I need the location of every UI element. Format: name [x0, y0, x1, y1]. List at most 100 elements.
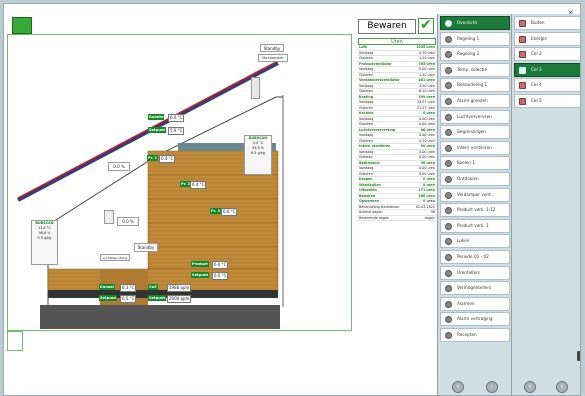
- menu-item[interactable]: Alarmen: [440, 296, 510, 311]
- hours-row-label: Vandaag: [359, 116, 374, 121]
- menu-item-label: Behandeling 1: [457, 82, 488, 88]
- menu-item-icon: [445, 160, 452, 168]
- confirm-check-icon[interactable]: [418, 17, 434, 34]
- flap-top-percentage: 0.0 %: [108, 162, 130, 171]
- cell-icon: [519, 66, 526, 74]
- menu-item-icon: [445, 254, 452, 261]
- cell-next-button[interactable]: ›: [556, 381, 568, 393]
- cell-menu-item-label: Cel 3: [531, 66, 542, 72]
- hours-row-label: Vandaag: [359, 149, 374, 154]
- menu-item[interactable]: Intern ventileren: [440, 140, 510, 155]
- menu-item-icon: [445, 300, 452, 308]
- menu-item[interactable]: Urentellers: [440, 265, 510, 280]
- hours-row-value: 86 uren: [420, 127, 435, 132]
- cell-prev-button[interactable]: ‹: [524, 381, 536, 393]
- menu-item-label: Regeling 1: [457, 35, 480, 41]
- menu-item-icon: [445, 176, 452, 183]
- menu-item-label: Alarm grenzen: [457, 98, 488, 103]
- hours-row-label: Gisteren: [359, 122, 373, 126]
- cell-menu-item[interactable]: Cel 2: [514, 47, 580, 62]
- hours-row-value: 0.00 uren: [419, 166, 435, 170]
- menu-item-label: Begrenzingen: [457, 129, 486, 135]
- app-window: × Bewaren Standby Mechanisch Ruimte 6.0 …: [3, 3, 581, 396]
- menu-item[interactable]: Periode 01 - 02: [440, 250, 510, 264]
- hours-row: Resterende dagen dagen: [358, 216, 436, 221]
- menu-item-label: Koelen 1: [457, 160, 476, 166]
- co2-value: 1988 ppm: [167, 284, 192, 292]
- hours-row-label: Gisteren: [359, 171, 373, 176]
- menu-item-label: Periode 01 - 02: [457, 254, 489, 259]
- hours-row-value: 6.10 uren: [419, 89, 435, 93]
- menu-item-icon: [445, 113, 452, 121]
- menu-prev-button[interactable]: ‹: [452, 381, 464, 393]
- hours-row-label: Opwarmen: [359, 199, 380, 203]
- menu-item[interactable]: Alarm vertraging: [440, 312, 510, 327]
- menu-item[interactable]: Regeling 2: [440, 47, 510, 62]
- menu-item-icon: [445, 20, 452, 27]
- duct-setpoint-tag: Setpunt: [99, 295, 118, 301]
- menu-item-icon: [445, 51, 452, 59]
- sensor-left-ah: 9.5 g/kg: [37, 236, 52, 240]
- menu-item-label: Ontdooien: [457, 176, 479, 181]
- standby-top-label: Standby: [260, 44, 284, 52]
- cell-menu-item[interactable]: Buiten: [514, 16, 580, 30]
- cell-menu-item[interactable]: Energie: [514, 31, 580, 46]
- hours-row-label: Vandaag: [359, 166, 374, 170]
- hours-row-label: Verdampersventilator: [359, 78, 400, 82]
- menu-item[interactable]: Regeling 1: [440, 31, 510, 46]
- save-button[interactable]: Bewaren: [358, 19, 416, 34]
- menu-item[interactable]: Luchtververvsen: [440, 109, 510, 124]
- floor: [40, 305, 280, 329]
- menu-next-button[interactable]: ›: [486, 381, 498, 393]
- room-temp-value: 6.0 °C: [168, 114, 185, 122]
- product-setpoint-tag: Setpunt: [191, 272, 210, 278]
- menu-item[interactable]: Temp. selectie: [440, 62, 510, 77]
- menu-item-icon: [445, 238, 452, 246]
- menu-item[interactable]: Behandeling 1: [440, 78, 510, 93]
- menu-item[interactable]: Begrenzingen: [440, 125, 510, 140]
- menu-item[interactable]: Luken: [440, 234, 510, 249]
- menu-item[interactable]: Ontdooien: [440, 172, 510, 186]
- side-scroll-handle[interactable]: [577, 351, 580, 361]
- menu-item-icon: [445, 332, 452, 339]
- menu-item-label: Temp. selectie: [457, 66, 488, 72]
- menu-item[interactable]: Recepten: [440, 328, 510, 342]
- menu-item[interactable]: Overzicht: [440, 16, 510, 30]
- menu-item-label: Luken: [457, 238, 470, 244]
- menu-item[interactable]: Product verk. 1-12: [440, 203, 510, 218]
- storage-overview-panel: Standby Mechanisch Ruimte 6.0 °C Setpunt…: [7, 34, 352, 331]
- menu-item-icon: [445, 316, 452, 324]
- sensor-right-ah: 6.5 g/kg: [251, 151, 265, 155]
- cell-menu-item[interactable]: Cel 5: [514, 94, 580, 108]
- product-setpoint-value: 6.0 °C: [212, 272, 229, 280]
- hours-row-label: Koeling: [359, 94, 373, 99]
- menu-item[interactable]: Alarm grenzen: [440, 94, 510, 108]
- menu-item-icon: [445, 129, 452, 137]
- menu-item[interactable]: Koelen 1: [440, 156, 510, 171]
- menu-item-icon: [445, 269, 452, 277]
- menu-item[interactable]: Verdamper vent.: [440, 187, 510, 202]
- hours-row-value: 1.40 uren: [419, 72, 435, 77]
- main-menu: Overzicht Regeling 1 Regeling 2 Temp. selec…: [437, 14, 511, 395]
- hours-row-value: 1055 uren: [416, 45, 435, 49]
- menu-item[interactable]: Vermogentellers: [440, 281, 510, 296]
- hours-row-value: 0.00 uren: [419, 149, 435, 154]
- hours-row-value: 0.00 uren: [419, 133, 435, 137]
- menu-item[interactable]: Product verk. 1: [440, 218, 510, 233]
- hours-row-label: Vandaag: [359, 83, 374, 88]
- product-temp-tag: Product: [191, 261, 209, 267]
- cell-menu-item-label: Cel 4: [531, 82, 542, 88]
- hours-row-value: 0.00 uren: [419, 122, 435, 126]
- product-temp-value: 6.0 °C: [212, 261, 229, 269]
- menu-item-label: Alarmen: [457, 300, 475, 306]
- hours-row-value: 399 uren: [418, 94, 435, 99]
- flap-bottom-percentage: 0.0 %: [117, 217, 139, 226]
- sensor-left-card[interactable]: BUBSCAN 13.6 °C 98.8 % 9.5 g/kg: [31, 220, 58, 265]
- hours-row-value: 90 uren: [420, 144, 435, 148]
- hours-row-value: 0.00 uren: [419, 116, 435, 121]
- sensor-right-card[interactable]: BUBSCAN 4.4 °C 95.8 % 6.5 g/kg: [244, 135, 272, 175]
- hours-row-label: Bedrewens: [359, 160, 380, 165]
- cell-menu-item[interactable]: Cel 3: [514, 62, 580, 77]
- cell-menu-item[interactable]: Cel 4: [514, 78, 580, 93]
- hours-row-label: Lofk: [359, 45, 367, 49]
